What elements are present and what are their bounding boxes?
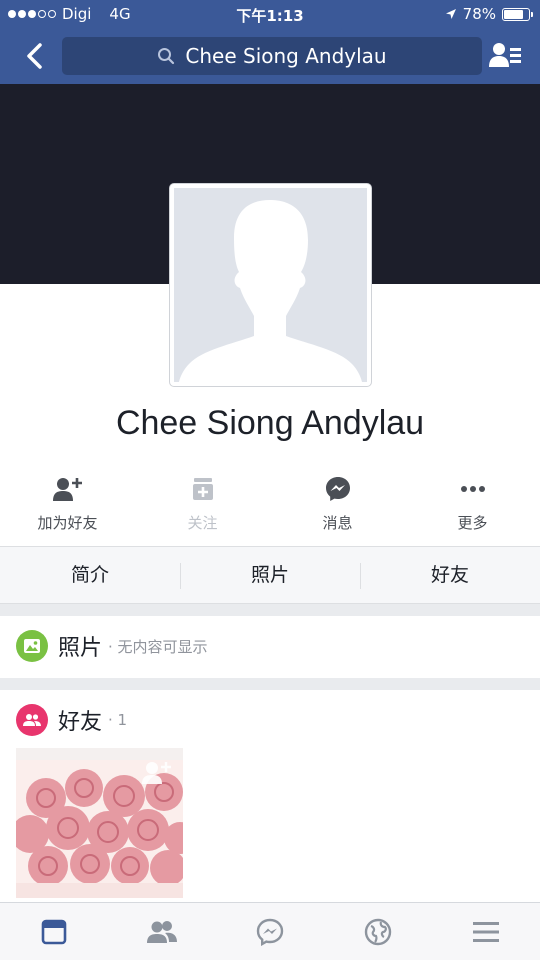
default-avatar-silhouette-icon <box>179 200 362 382</box>
tab-menu[interactable] <box>432 903 540 960</box>
notifications-globe-icon <box>364 918 392 945</box>
friends-section-header[interactable]: 好友 · 1 <box>16 704 127 736</box>
tab-friends[interactable]: 好友 <box>360 547 540 603</box>
photos-section-icon <box>16 630 48 662</box>
friend-photo-roses <box>16 748 183 898</box>
tab-photos[interactable]: 照片 <box>180 547 360 603</box>
search-field[interactable]: Chee Siong Andylau <box>62 37 482 75</box>
profile-actions: 加为好友 关注 消息 更多 <box>0 470 540 540</box>
tab-news-feed[interactable] <box>0 903 108 960</box>
follow-label: 关注 <box>187 514 218 532</box>
tab-about[interactable]: 简介 <box>0 547 180 603</box>
friends-section: 好友 · 1 <box>0 690 540 902</box>
location-arrow-icon <box>445 9 456 19</box>
photos-section-header[interactable]: 照片 · 无内容可显示 <box>16 630 208 662</box>
battery-percent: 78% <box>462 5 496 23</box>
photos-section: 照片 · 无内容可显示 <box>0 616 540 678</box>
chevron-left-icon <box>27 43 42 69</box>
photo-icon <box>24 639 40 653</box>
more-label: 更多 <box>457 514 488 532</box>
top-bar: Digi 4G 下午1:13 78% Chee Siong Andylau <box>0 0 540 84</box>
photos-section-title: 照片 <box>58 636 103 661</box>
friends-icon <box>147 920 177 943</box>
add-friend-button[interactable]: 加为好友 <box>0 470 135 540</box>
friend-requests-button[interactable] <box>488 39 522 73</box>
add-friend-label: 加为好友 <box>37 514 98 532</box>
friend-requests-icon <box>489 43 521 67</box>
tab-messenger[interactable] <box>216 903 324 960</box>
profile-tabs: 简介 照片 好友 <box>0 546 540 604</box>
menu-icon <box>473 921 499 942</box>
profile-name: Chee Siong Andylau <box>115 404 425 442</box>
message-button[interactable]: 消息 <box>270 470 405 540</box>
friend-thumbnail[interactable] <box>16 748 183 898</box>
friends-section-icon <box>16 704 48 736</box>
bottom-tab-bar <box>0 902 540 960</box>
message-label: 消息 <box>322 514 353 532</box>
battery-icon <box>502 7 533 21</box>
photos-section-subtitle: · 无内容可显示 <box>108 637 208 656</box>
search-icon <box>158 48 175 65</box>
friends-icon <box>23 714 41 726</box>
friends-section-title: 好友 <box>58 710 103 735</box>
follow-icon <box>192 478 213 500</box>
profile-picture[interactable] <box>170 184 371 386</box>
status-bar: Digi 4G 下午1:13 78% <box>0 0 540 28</box>
more-icon <box>460 486 485 492</box>
friends-count: · 1 <box>108 711 128 729</box>
back-button[interactable] <box>18 38 54 74</box>
tab-friend-requests[interactable] <box>108 903 216 960</box>
tab-notifications[interactable] <box>324 903 432 960</box>
search-text: Chee Siong Andylau <box>185 44 387 68</box>
more-button[interactable]: 更多 <box>405 470 540 540</box>
messenger-icon <box>325 477 350 501</box>
messenger-icon <box>256 918 284 946</box>
follow-button[interactable]: 关注 <box>135 470 270 540</box>
add-friend-icon <box>52 478 82 501</box>
news-feed-icon <box>41 919 67 944</box>
